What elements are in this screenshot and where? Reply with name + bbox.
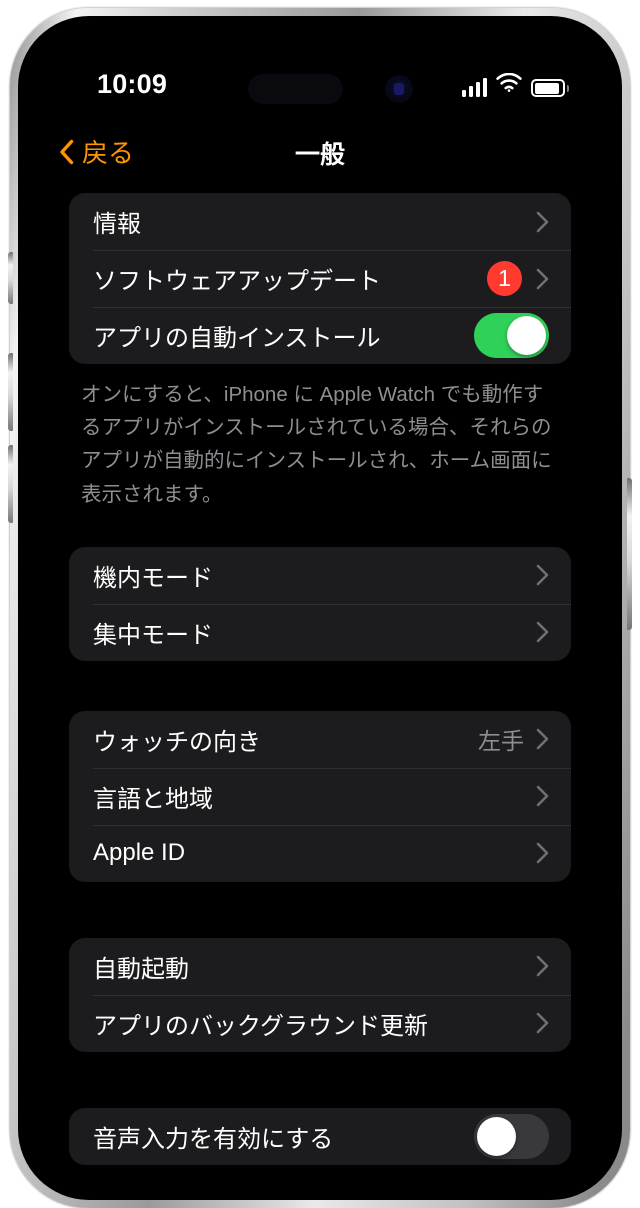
settings-row-label: 機内モード [93,564,213,592]
settings-row-label: ウォッチの向き [93,728,261,756]
settings-row-label: 音声入力を有効にする [93,1125,334,1153]
settings-row-label: 自動起動 [93,955,189,983]
settings-list[interactable]: 情報ソフトウェアアップデート 1 アプリの自動インストールオンにすると、iPhone… [23,193,617,1195]
status-bar-clock: 10:09 [97,69,168,99]
toggle-switch[interactable] [474,1113,549,1159]
settings-row[interactable]: ソフトウェアアップデート 1 [69,250,571,307]
settings-row-label: 情報 [93,211,141,238]
notification-badge: 1 [487,261,522,296]
front-camera-cutout [385,75,413,103]
chevron-right-icon [536,1013,549,1034]
chevron-right-icon [536,786,549,807]
wifi-icon [496,72,522,97]
status-bar: 10:09 [23,21,617,117]
settings-row[interactable]: 機内モード [69,547,571,604]
chevron-right-icon [536,565,549,586]
group-gap [23,661,617,711]
settings-row[interactable]: 情報 [69,193,571,250]
page-title: 一般 [294,141,345,169]
action-button[interactable] [8,252,13,304]
signal-bars-icon [461,78,487,97]
settings-group: 自動起動アプリのバックグラウンド更新 [69,937,571,1052]
settings-row[interactable]: 言語と地域 [69,767,571,825]
settings-row-label: アプリのバックグラウンド更新 [93,1012,429,1040]
chevron-right-icon [536,956,549,977]
settings-row[interactable]: 音声入力を有効にする [69,1108,571,1165]
volume-up-button[interactable] [8,353,13,431]
chevron-right-icon [536,268,549,289]
device-screen: 10:09 戻る 一般 情報 ソフトウェアアップデート 1 アプリの自動インスト… [23,21,617,1195]
settings-row-label: 言語と地域 [93,785,213,813]
settings-group: ウォッチの向き 左手言語と地域 Apple ID [69,710,571,882]
settings-group: 音声入力を有効にする [69,1107,571,1165]
settings-row[interactable]: 集中モード [69,603,571,661]
settings-row-label: Apple ID [93,839,186,867]
settings-row-value: 左手 [478,728,524,755]
settings-row[interactable]: 自動起動 [69,938,571,995]
settings-group: 機内モード集中モード [69,546,571,661]
settings-row[interactable]: アプリの自動インストール [69,307,571,364]
group-gap [23,1052,617,1108]
chevron-right-icon [536,843,549,864]
toggle-knob [477,1116,516,1156]
toggle-knob [507,316,546,355]
navigation-bar: 戻る 一般 [23,117,617,189]
settings-row-label: 集中モード [93,621,213,649]
chevron-right-icon [536,622,549,643]
power-button[interactable] [627,478,632,630]
group-footnote: オンにすると、iPhone に Apple Watch でも動作するアプリがイン… [81,383,552,506]
dynamic-island [248,74,343,104]
chevron-right-icon [536,211,549,232]
settings-row-label: ソフトウェアアップデート [93,268,381,295]
group-gap [23,511,617,547]
settings-row[interactable]: ウォッチの向き 左手 [69,711,571,768]
settings-group: 情報ソフトウェアアップデート 1 アプリの自動インストール [69,193,571,364]
chevron-right-icon [536,729,549,750]
battery-icon [531,79,569,97]
device-bezel: 10:09 戻る 一般 情報 ソフトウェアアップデート 1 アプリの自動インスト… [18,16,622,1200]
settings-row[interactable]: アプリのバックグラウンド更新 [69,994,571,1052]
iphone-device-frame: 10:09 戻る 一般 情報 ソフトウェアアップデート 1 アプリの自動インスト… [8,8,632,1208]
volume-down-button[interactable] [8,445,13,523]
settings-row-label: アプリの自動インストール [93,325,381,352]
settings-row[interactable]: Apple ID [69,824,571,882]
status-bar-indicators [461,71,569,97]
group-gap [23,882,617,938]
toggle-switch[interactable] [474,313,549,358]
